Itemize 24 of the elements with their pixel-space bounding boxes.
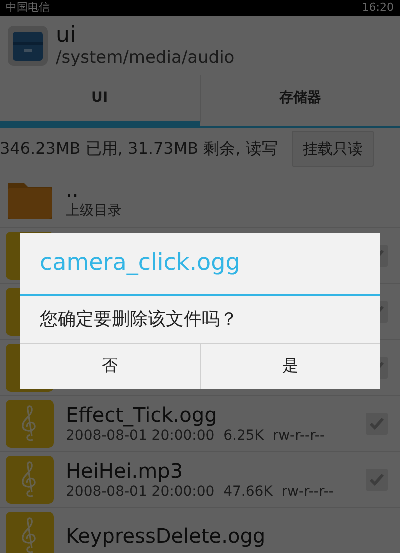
folder-title: ui — [56, 24, 78, 48]
dialog-button[interactable]: 是 — [200, 342, 380, 388]
music-file-icon — [6, 512, 54, 553]
tab[interactable]: 存储器 — [200, 75, 400, 126]
music-file-icon — [6, 400, 54, 448]
file-cabinet-icon — [8, 26, 48, 66]
carrier-name: 中国电信 — [6, 0, 50, 16]
storage-summary: 346.23MB 已用, 31.73MB 剩余, 读写 — [0, 138, 278, 160]
dialog-title: camera_click.ogg — [20, 233, 380, 296]
mount-read-only-button[interactable]: 挂载只读 — [292, 130, 374, 168]
clock-time: 16:20 — [362, 0, 394, 16]
music-file-icon — [6, 456, 54, 504]
file-name: Effect_Tick.ogg — [66, 402, 218, 426]
file-name: KeypressDelete.ogg — [66, 524, 266, 548]
folder-path: /system/media/audio — [56, 48, 235, 68]
checkbox[interactable] — [366, 468, 388, 490]
file-details: 2008-08-01 20:00:00 6.25K rw-r--r-- — [66, 427, 326, 444]
checkbox[interactable] — [366, 412, 388, 434]
file-name: HeiHei.mp3 — [66, 458, 184, 482]
file-details: 上级目录 — [66, 202, 122, 220]
tab[interactable]: UI — [0, 75, 200, 126]
dialog-message: 您确定要删除该文件吗？ — [40, 308, 238, 332]
file-details: 2008-08-01 20:00:00 47.66K rw-r--r-- — [66, 482, 334, 500]
file-name: .. — [66, 178, 80, 202]
